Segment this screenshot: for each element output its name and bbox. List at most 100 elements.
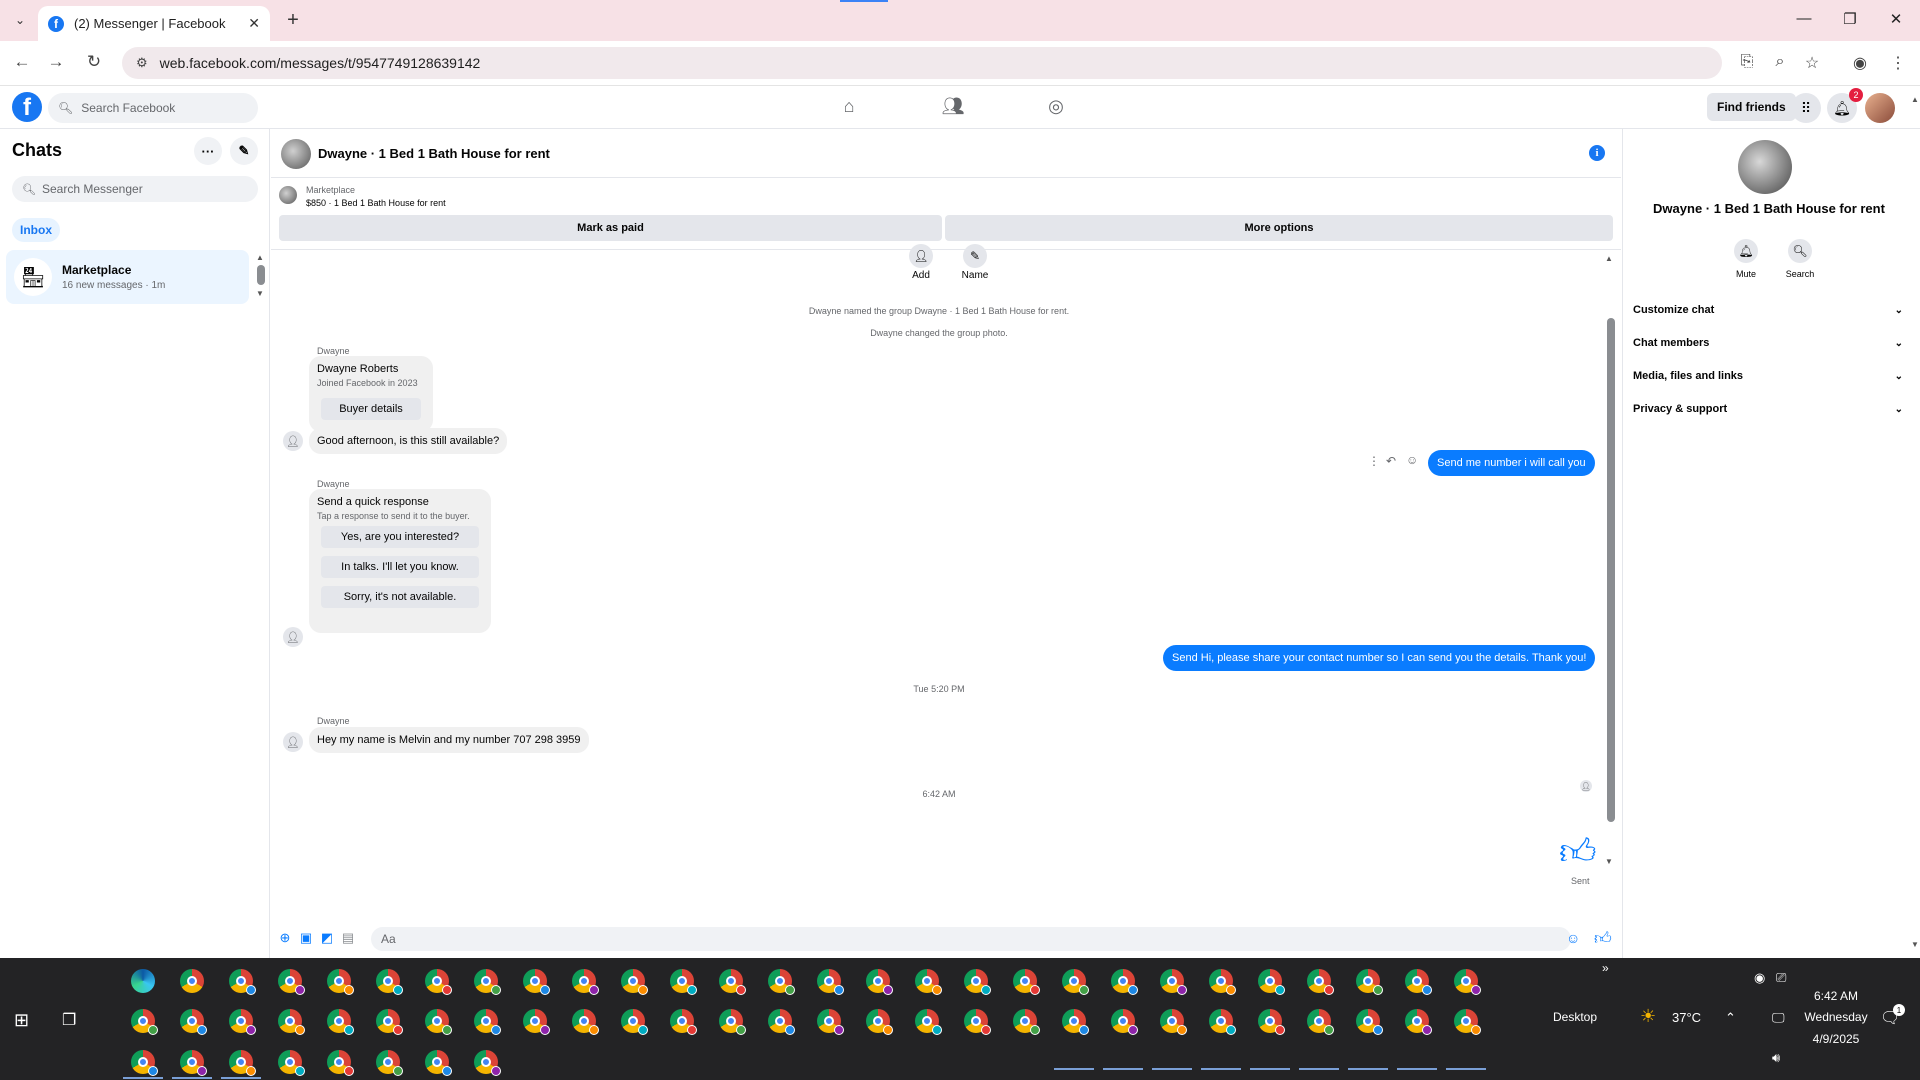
edit-name-icon[interactable]: ✎ bbox=[963, 244, 987, 268]
sender-avatar[interactable]: 👤︎ bbox=[283, 627, 303, 647]
new-message-icon[interactable]: ✎ bbox=[230, 137, 258, 165]
chrome-window-icon[interactable] bbox=[523, 969, 550, 995]
forward-icon[interactable]: → bbox=[45, 52, 67, 72]
emoji-icon[interactable]: ☺ bbox=[1566, 930, 1580, 946]
chrome-window-icon[interactable] bbox=[1062, 1009, 1089, 1035]
group-avatar[interactable] bbox=[281, 139, 311, 169]
edge-browser-icon[interactable] bbox=[131, 969, 155, 993]
chrome-window-icon[interactable] bbox=[327, 969, 354, 995]
chrome-window-icon[interactable] bbox=[572, 1009, 599, 1035]
chrome-window-icon[interactable] bbox=[1013, 969, 1040, 995]
scroll-down-arrow[interactable]: ▼ bbox=[1911, 940, 1919, 949]
sender-avatar[interactable]: 👤︎ bbox=[283, 431, 303, 451]
desktop-label[interactable]: Desktop bbox=[1553, 1010, 1597, 1024]
close-tab-icon[interactable]: ✕ bbox=[248, 15, 260, 32]
outgoing-message[interactable]: Send me number i will call you bbox=[1428, 450, 1595, 476]
chrome-window-icon[interactable] bbox=[621, 969, 648, 995]
windows-start-icon[interactable]: ⊞ bbox=[14, 1010, 29, 1031]
chrome-window-icon[interactable] bbox=[817, 1009, 844, 1035]
scroll-down-arrow[interactable]: ▼ bbox=[256, 289, 264, 298]
account-avatar[interactable] bbox=[1865, 93, 1895, 123]
chrome-window-icon[interactable] bbox=[425, 1050, 452, 1076]
chrome-window-icon[interactable] bbox=[1258, 1009, 1285, 1035]
install-app-icon[interactable]: ⎘ bbox=[1737, 53, 1757, 71]
facebook-search[interactable]: 🔍︎ bbox=[48, 93, 258, 123]
chrome-window-icon[interactable] bbox=[523, 1009, 550, 1035]
chrome-window-icon[interactable] bbox=[1209, 1009, 1236, 1035]
chrome-window-icon[interactable] bbox=[376, 969, 403, 995]
chrome-window-icon[interactable] bbox=[719, 1009, 746, 1035]
info-icon[interactable]: i bbox=[1589, 145, 1605, 161]
minimize-icon[interactable]: — bbox=[1794, 10, 1814, 27]
chrome-window-icon[interactable] bbox=[131, 1009, 158, 1035]
site-info-icon[interactable]: ⚙ bbox=[136, 55, 148, 71]
bookmark-star-icon[interactable]: ☆ bbox=[1802, 53, 1822, 73]
quick-response-option[interactable]: Sorry, it's not available. bbox=[321, 586, 479, 608]
chrome-window-icon[interactable] bbox=[1454, 969, 1481, 995]
listing-title[interactable]: $850 · 1 Bed 1 Bath House for rent bbox=[306, 198, 446, 208]
incoming-message[interactable]: Hey my name is Melvin and my number 707 … bbox=[309, 727, 589, 753]
gif-icon[interactable]: ▤ bbox=[340, 930, 356, 946]
chrome-window-icon[interactable] bbox=[474, 1009, 501, 1035]
react-emoji-icon[interactable]: ☺ bbox=[1406, 453, 1418, 467]
mark-as-paid-button[interactable]: Mark as paid bbox=[279, 215, 942, 241]
chrome-window-icon[interactable] bbox=[180, 969, 204, 993]
hidden-icons-chevron-icon[interactable]: ⌃ bbox=[1725, 1010, 1736, 1026]
chrome-window-icon[interactable] bbox=[376, 1050, 403, 1076]
scrollbar-thumb[interactable] bbox=[1607, 318, 1615, 822]
chrome-window-icon[interactable] bbox=[964, 969, 991, 995]
scroll-up-arrow[interactable]: ▲ bbox=[1605, 254, 1613, 263]
privacy-support-section[interactable]: Privacy & support ⌄ bbox=[1633, 398, 1903, 420]
message-input-box[interactable] bbox=[371, 927, 1571, 951]
chrome-window-icon[interactable] bbox=[229, 1050, 256, 1076]
restore-icon[interactable]: ❐ bbox=[1840, 10, 1860, 28]
chevron-up-icon[interactable]: » bbox=[1602, 961, 1609, 975]
home-icon[interactable]: ⌂ bbox=[837, 96, 861, 117]
clock-day[interactable]: Wednesday bbox=[1796, 1010, 1876, 1024]
clock-time[interactable]: 6:42 AM bbox=[1806, 989, 1866, 1003]
chrome-window-icon[interactable] bbox=[1062, 969, 1089, 995]
chrome-window-icon[interactable] bbox=[572, 969, 599, 995]
customize-chat-section[interactable]: Customize chat ⌄ bbox=[1633, 299, 1903, 321]
chat-members-section[interactable]: Chat members ⌄ bbox=[1633, 332, 1903, 354]
chrome-window-icon[interactable] bbox=[915, 969, 942, 995]
zoom-icon[interactable]: ⌕ bbox=[1770, 53, 1790, 71]
buyer-details-button[interactable]: Buyer details bbox=[321, 398, 421, 420]
facebook-logo[interactable]: f bbox=[12, 92, 42, 122]
record-icon[interactable]: ◉ bbox=[1754, 970, 1765, 986]
find-friends-button[interactable]: Find friends bbox=[1707, 93, 1796, 121]
chrome-window-icon[interactable] bbox=[474, 969, 501, 995]
chrome-window-icon[interactable] bbox=[1356, 969, 1383, 995]
attach-image-icon[interactable]: ▣ bbox=[298, 930, 314, 946]
chrome-window-icon[interactable] bbox=[1111, 969, 1138, 995]
chrome-window-icon[interactable] bbox=[278, 1009, 305, 1035]
chrome-window-icon[interactable] bbox=[915, 1009, 942, 1035]
volume-icon[interactable]: 🔊︎ bbox=[1772, 1050, 1780, 1066]
groups-icon[interactable]: ◎ bbox=[1044, 96, 1068, 117]
chrome-window-icon[interactable] bbox=[1356, 1009, 1383, 1035]
chrome-window-icon[interactable] bbox=[376, 1009, 403, 1035]
scrollbar-thumb[interactable] bbox=[257, 265, 265, 285]
sender-avatar[interactable]: 👤︎ bbox=[283, 732, 303, 752]
menu-grid-icon[interactable]: ⠿ bbox=[1791, 93, 1821, 123]
chrome-window-icon[interactable] bbox=[1209, 969, 1236, 995]
chrome-window-icon[interactable] bbox=[474, 1050, 501, 1076]
chrome-window-icon[interactable] bbox=[1013, 1009, 1040, 1035]
address-bar[interactable]: ⚙ web.facebook.com/messages/t/9547749128… bbox=[122, 47, 1722, 79]
close-window-icon[interactable]: ✕ bbox=[1886, 10, 1906, 28]
chrome-window-icon[interactable] bbox=[1258, 969, 1285, 995]
chrome-window-icon[interactable] bbox=[670, 969, 697, 995]
clock-date[interactable]: 4/9/2025 bbox=[1806, 1032, 1866, 1046]
chrome-window-icon[interactable] bbox=[327, 1050, 354, 1076]
chrome-window-icon[interactable] bbox=[670, 1009, 697, 1035]
chrome-window-icon[interactable] bbox=[768, 1009, 795, 1035]
chrome-window-icon[interactable] bbox=[1160, 1009, 1187, 1035]
plus-icon[interactable]: ⊕ bbox=[277, 930, 293, 946]
like-icon[interactable]: 👍︎ bbox=[1594, 928, 1612, 949]
chrome-window-icon[interactable] bbox=[278, 969, 305, 995]
facebook-search-input[interactable] bbox=[81, 101, 242, 115]
chrome-window-icon[interactable] bbox=[719, 969, 746, 995]
temperature[interactable]: 37°C bbox=[1672, 1010, 1701, 1025]
add-person-icon[interactable]: 👤︎ bbox=[909, 244, 933, 268]
more-options-icon[interactable]: ··· bbox=[194, 137, 222, 165]
